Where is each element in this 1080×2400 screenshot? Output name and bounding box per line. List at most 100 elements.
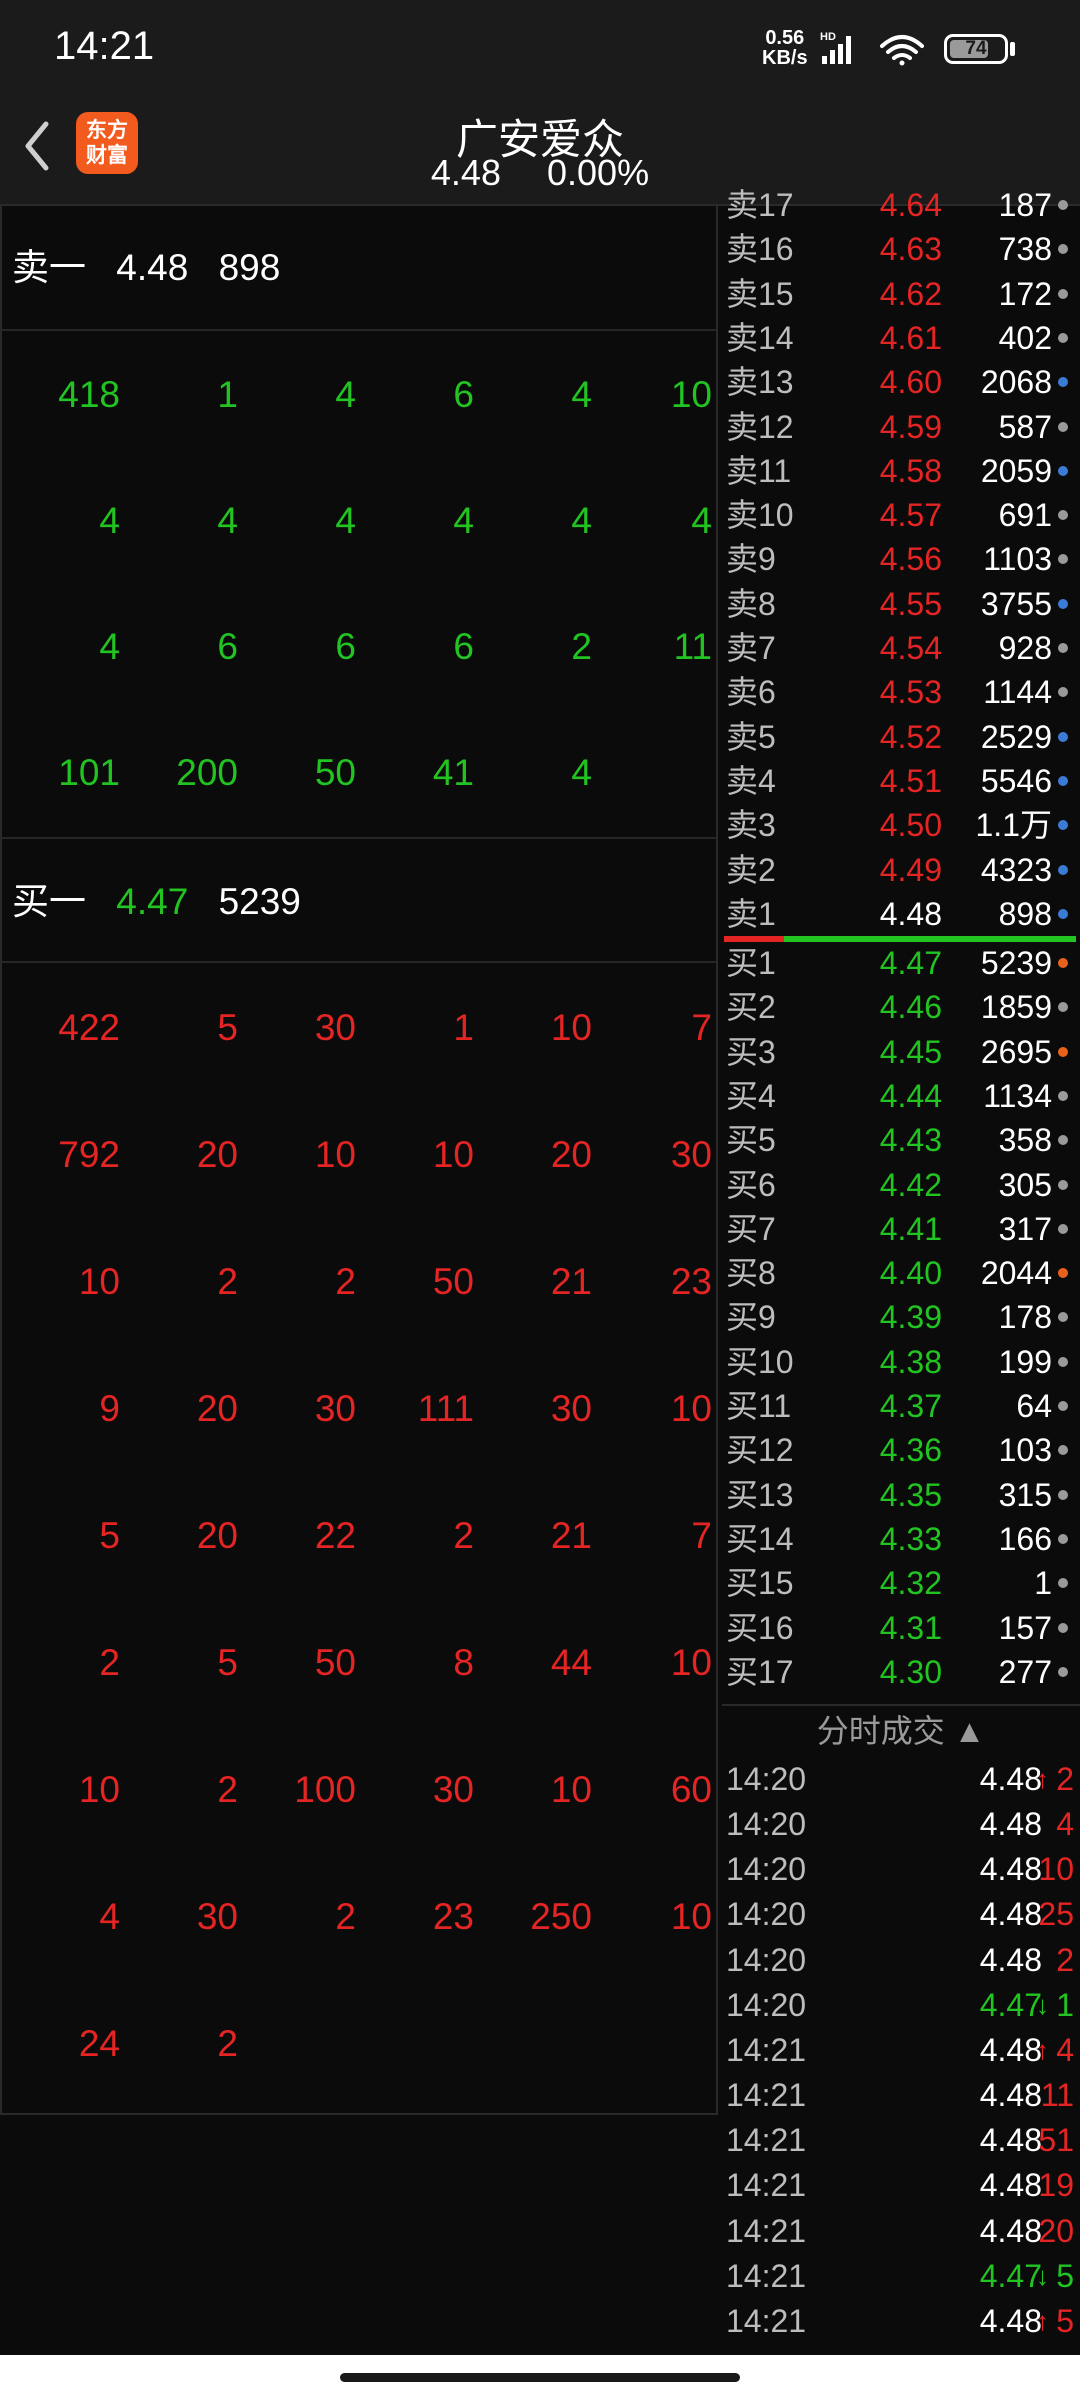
bids-label: 买2 (726, 989, 776, 1026)
ask_queue-cell: 4 (691, 500, 712, 541)
bids-price: 4.36 (879, 1432, 942, 1469)
bid_queue-cell: 60 (670, 1768, 712, 1810)
asks-row[interactable]: 卖8 4.55 3755 (722, 582, 1080, 626)
bids-volume: 315 (998, 1476, 1052, 1513)
bids-volume: 1 (1034, 1565, 1052, 1602)
asks-row[interactable]: 卖11 4.58 2059 (722, 449, 1080, 493)
ask_queue-cell: 2 (571, 626, 592, 667)
asks-price: 4.51 (879, 762, 942, 799)
bids-row[interactable]: 买2 4.46 1859 (722, 985, 1080, 1029)
bid_queue-cell: 10 (670, 1895, 712, 1937)
bid1-volume: 5239 (218, 881, 301, 922)
ask-queue-grid: 418 1 4 6 4 10 4 4 4 4 4 4 4 6 6 6 2 11 101 200 50 41 4 (0, 333, 718, 837)
bid_queue-cell: 9 (99, 1387, 120, 1429)
order-dot-icon (1058, 643, 1068, 653)
stock-change: 0.00% (547, 152, 650, 193)
asks-row[interactable]: 卖14 4.61 402 (722, 316, 1080, 360)
ticks-title[interactable]: 分时成交 ▲ (722, 1704, 1080, 1756)
asks-volume: 691 (998, 497, 1052, 534)
bid_queue-cell: 2 (335, 1260, 356, 1302)
bids-row[interactable]: 买1 4.47 5239 (722, 941, 1080, 985)
tick-row: 14:20 4.48 25 (722, 1891, 1080, 1937)
asks-label: 卖16 (726, 231, 794, 268)
bid_queue-cell: 10 (550, 1768, 592, 1810)
bids-row[interactable]: 买15 4.32 1 (722, 1561, 1080, 1605)
asks-row[interactable]: 卖1 4.48 898 (722, 892, 1080, 936)
tick-price: 4.48 (979, 1851, 1042, 1888)
bids-row[interactable]: 买13 4.35 315 (722, 1473, 1080, 1517)
bids-row[interactable]: 买8 4.40 2044 (722, 1251, 1080, 1295)
asks-price: 4.50 (879, 807, 942, 844)
stock-price: 4.48 (430, 152, 501, 193)
network-speed-unit: KB/s (762, 47, 808, 69)
asks-label: 卖9 (726, 541, 776, 578)
bid_queue-cell: 22 (314, 1514, 356, 1556)
bid_queue-cell: 10 (550, 1006, 592, 1048)
bids-row[interactable]: 买3 4.45 2695 (722, 1030, 1080, 1074)
ask_queue-cell: 1 (217, 374, 238, 415)
asks-label: 卖14 (726, 319, 794, 356)
asks-price: 4.63 (879, 231, 942, 268)
bids-row[interactable]: 买9 4.39 178 (722, 1295, 1080, 1339)
tick-row: 14:21 4.48 ↑ 5 (722, 2298, 1080, 2344)
bids-label: 买16 (726, 1609, 794, 1646)
asks-row[interactable]: 卖2 4.49 4323 (722, 848, 1080, 892)
asks-row[interactable]: 卖12 4.59 587 (722, 405, 1080, 449)
bid_queue-cell: 4 (99, 1895, 120, 1937)
asks-row[interactable]: 卖7 4.54 928 (722, 626, 1080, 670)
bids-row[interactable]: 买5 4.43 358 (722, 1118, 1080, 1162)
asks-row[interactable]: 卖6 4.53 1144 (722, 670, 1080, 714)
asks-row[interactable]: 卖13 4.60 2068 (722, 360, 1080, 404)
bids-row[interactable]: 买17 4.30 277 (722, 1650, 1080, 1694)
tick-price: 4.48 (979, 1896, 1042, 1933)
asks-row[interactable]: 卖5 4.52 2529 (722, 715, 1080, 759)
asks-price: 4.49 (879, 851, 942, 888)
ask1-label: 卖一 (12, 247, 86, 288)
tick-time: 14:21 (726, 2257, 807, 2294)
asks-label: 卖8 (726, 585, 776, 622)
asks-price: 4.62 (879, 275, 942, 312)
asks-row[interactable]: 卖17 4.64 187 (722, 183, 1080, 227)
ask_queue-cell: 4 (571, 752, 592, 793)
bids-row[interactable]: 买12 4.36 103 (722, 1428, 1080, 1472)
asks-row[interactable]: 卖16 4.63 738 (722, 227, 1080, 271)
asks-volume: 4323 (980, 851, 1052, 888)
order-dot-icon (1058, 554, 1068, 565)
bids-price: 4.30 (879, 1653, 942, 1690)
ask_queue-cell: 200 (176, 752, 238, 793)
bids-row[interactable]: 买4 4.44 1134 (722, 1074, 1080, 1118)
asks-volume: 1144 (983, 674, 1052, 711)
asks-price: 4.59 (879, 408, 942, 445)
bid_queue-cell: 10 (314, 1133, 356, 1175)
bids-row[interactable]: 买14 4.33 166 (722, 1517, 1080, 1561)
tick-row: 14:20 4.48 ↑ 2 (722, 1756, 1080, 1802)
bids-volume: 305 (998, 1166, 1052, 1203)
bids-volume: 166 (998, 1520, 1052, 1557)
bids-price: 4.31 (879, 1609, 942, 1646)
bids-row[interactable]: 买7 4.41 317 (722, 1207, 1080, 1251)
order-dot-icon (1058, 687, 1068, 698)
asks-row[interactable]: 卖3 4.50 1.1万 (722, 803, 1080, 847)
tick-price: 4.48 (979, 2077, 1042, 2114)
bid_queue-cell: 30 (670, 1133, 712, 1175)
bids-row[interactable]: 买11 4.37 64 (722, 1384, 1080, 1428)
ask1-row[interactable]: 卖一 4.48 898 (0, 205, 718, 331)
asks-row[interactable]: 卖9 4.56 1103 (722, 537, 1080, 581)
order-dot-icon (1058, 1179, 1068, 1190)
bid1-row[interactable]: 买一 4.47 5239 (0, 837, 718, 963)
asks-price: 4.60 (879, 364, 942, 401)
bids-label: 买3 (726, 1033, 776, 1070)
bids-price: 4.32 (879, 1565, 942, 1602)
asks-row[interactable]: 卖15 4.62 172 (722, 272, 1080, 316)
home-indicator[interactable] (340, 2373, 740, 2382)
tick-time: 14:21 (726, 2212, 807, 2249)
asks-row[interactable]: 卖4 4.51 5546 (722, 759, 1080, 803)
bids-row[interactable]: 买16 4.31 157 (722, 1606, 1080, 1650)
ask_queue-cell: 6 (335, 626, 356, 667)
bids-row[interactable]: 买10 4.38 199 (722, 1340, 1080, 1384)
tick-volume: 5 (1056, 2302, 1074, 2339)
asks-row[interactable]: 卖10 4.57 691 (722, 493, 1080, 537)
tick-volume: 4 (1056, 2031, 1074, 2068)
bids-row[interactable]: 买6 4.42 305 (722, 1163, 1080, 1207)
asks-label: 卖5 (726, 718, 776, 755)
